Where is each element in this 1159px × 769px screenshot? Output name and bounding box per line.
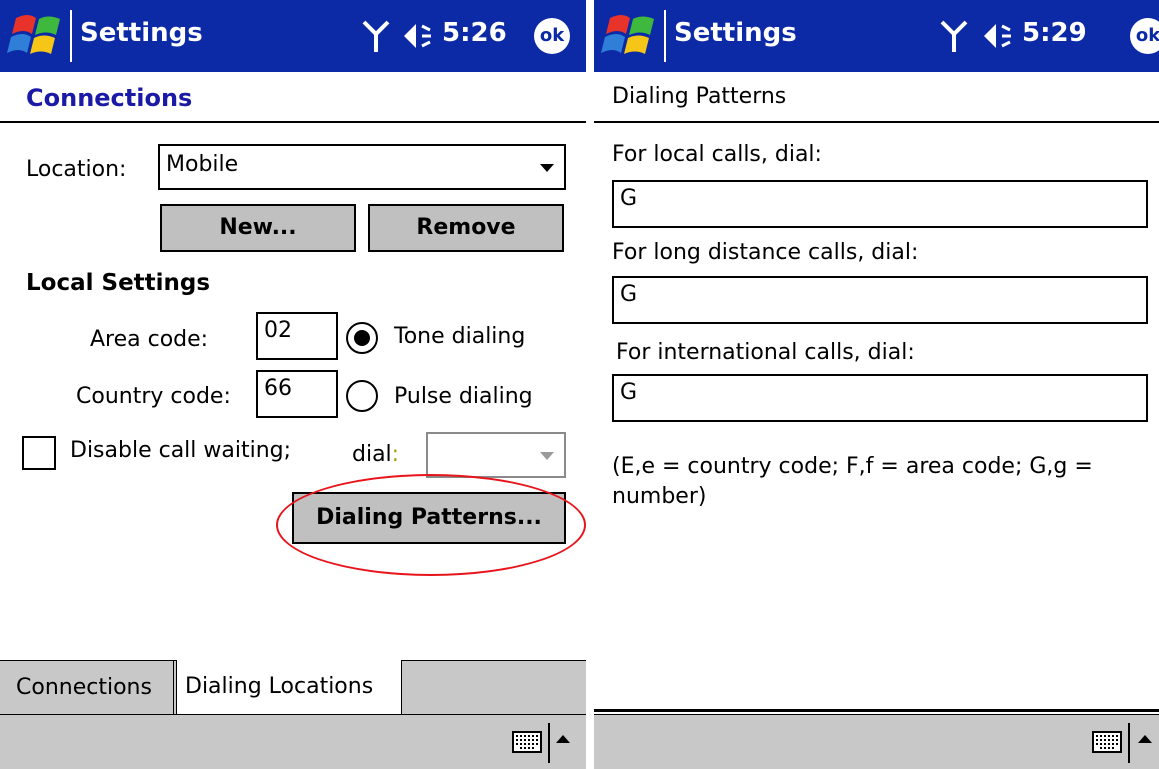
page-title: Dialing Patterns	[612, 84, 787, 109]
dialing-patterns-button[interactable]: Dialing Patterns...	[292, 492, 566, 544]
new-location-button[interactable]: New...	[160, 204, 356, 252]
chevron-down-icon	[540, 164, 554, 172]
menu-bar	[594, 714, 1159, 769]
pulse-dialing-radio[interactable]	[346, 380, 378, 412]
dial-label-colon: :	[391, 442, 400, 467]
volume-speaker-icon[interactable]	[400, 18, 434, 54]
app-title: Settings	[80, 18, 203, 48]
international-label: For international calls, dial:	[616, 340, 915, 365]
area-code-label: Area code:	[90, 327, 209, 352]
input-panel-separator	[1128, 723, 1130, 763]
dial-label-text: dial	[352, 442, 392, 467]
dialing-patterns-screen: Settings 5:29 ok Dialing Patterns For lo…	[594, 0, 1159, 769]
signal-antenna-icon[interactable]	[940, 18, 968, 54]
title-separator	[664, 10, 666, 62]
disable-call-waiting-checkbox[interactable]	[22, 436, 56, 470]
tab-strip: Connections Dialing Locations	[0, 660, 586, 715]
chevron-down-icon	[540, 452, 554, 460]
clock-time[interactable]: 5:26	[442, 18, 507, 48]
title-bar: Settings 5:26 ok	[0, 0, 586, 72]
app-title: Settings	[674, 18, 797, 48]
windows-start-icon[interactable]	[600, 10, 660, 62]
country-code-input[interactable]: 66	[256, 370, 338, 418]
local-settings-title: Local Settings	[26, 270, 211, 296]
radio-selected-dot	[354, 330, 370, 346]
bottom-divider	[594, 709, 1159, 712]
title-bar: Settings 5:29 ok	[594, 0, 1159, 72]
country-code-label: Country code:	[76, 384, 231, 409]
menu-bar	[0, 714, 586, 769]
title-separator	[70, 10, 72, 62]
tab-dialing-locations[interactable]: Dialing Locations	[176, 660, 402, 715]
input-panel-separator	[548, 723, 550, 763]
heading-divider	[0, 121, 586, 123]
long-distance-input[interactable]: G	[612, 276, 1148, 324]
international-input[interactable]: G	[612, 374, 1148, 422]
screen-gap	[586, 0, 594, 769]
signal-antenna-icon[interactable]	[362, 18, 390, 54]
remove-location-button[interactable]: Remove	[368, 204, 564, 252]
connections-screen: Settings 5:26 ok Connections Location: M…	[0, 0, 586, 769]
pattern-legend: (E,e = country code; F,f = area code; G,…	[612, 454, 1093, 509]
location-label: Location:	[26, 157, 127, 182]
area-code-input[interactable]: 02	[256, 312, 338, 360]
location-value: Mobile	[166, 152, 239, 177]
chevron-up-icon[interactable]	[556, 735, 570, 743]
disable-call-waiting-label: Disable call waiting;	[70, 438, 292, 463]
call-waiting-code-dropdown[interactable]	[426, 432, 566, 478]
ok-button[interactable]: ok	[534, 18, 570, 54]
heading-divider	[594, 121, 1159, 123]
chevron-up-icon[interactable]	[1138, 735, 1152, 743]
tone-dialing-radio[interactable]	[346, 322, 378, 354]
dial-label: dial:	[352, 442, 399, 467]
tone-dialing-label: Tone dialing	[394, 324, 526, 349]
tab-connections[interactable]: Connections	[8, 661, 174, 715]
location-dropdown[interactable]: Mobile	[158, 144, 566, 190]
page-title: Connections	[26, 84, 193, 112]
clock-time[interactable]: 5:29	[1022, 18, 1087, 48]
local-calls-label: For local calls, dial:	[612, 142, 822, 167]
long-distance-label: For long distance calls, dial:	[612, 240, 919, 265]
keyboard-icon[interactable]	[1092, 731, 1122, 753]
ok-button[interactable]: ok	[1130, 18, 1159, 54]
windows-start-icon[interactable]	[6, 10, 66, 62]
keyboard-icon[interactable]	[512, 731, 542, 753]
volume-speaker-icon[interactable]	[980, 18, 1014, 54]
local-calls-input[interactable]: G	[612, 180, 1148, 228]
pulse-dialing-label: Pulse dialing	[394, 384, 533, 409]
